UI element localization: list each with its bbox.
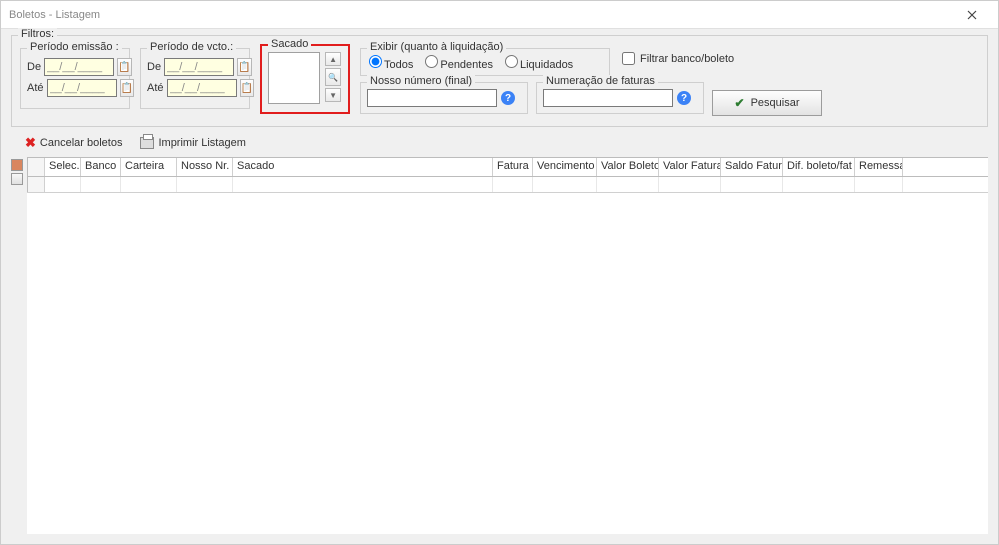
sacado-scroll-down[interactable]: ▼	[325, 88, 341, 102]
periodo-emissao-legend: Período emissão :	[27, 41, 122, 53]
column-header[interactable]: Remessa	[855, 158, 903, 176]
table-cell	[233, 177, 493, 192]
vcto-de-input[interactable]	[164, 58, 234, 76]
column-header[interactable]: Valor Boleto	[597, 158, 659, 176]
periodo-vcto-group: Período de vcto.: De 📋 Até 📋	[140, 48, 250, 109]
column-header[interactable]: Banco	[81, 158, 121, 176]
exibir-legend: Exibir (quanto à liquidação)	[367, 41, 506, 53]
close-icon	[967, 10, 977, 20]
column-header[interactable]: Carteira	[121, 158, 177, 176]
calendar-icon: 📋	[241, 83, 253, 94]
filters-legend: Filtros:	[18, 28, 57, 40]
filters-panel: Filtros: Período emissão : De 📋 Até 📋 Pe…	[11, 35, 988, 127]
emissao-de-input[interactable]	[44, 58, 114, 76]
emissao-ate-input[interactable]	[47, 79, 117, 97]
table-cell	[533, 177, 597, 192]
table-cell	[81, 177, 121, 192]
deselect-all-handle[interactable]	[11, 173, 23, 185]
cancelar-boletos-link[interactable]: ✖ Cancelar boletos	[25, 135, 122, 151]
sacado-legend: Sacado	[268, 38, 311, 50]
calendar-icon: 📋	[121, 83, 133, 94]
x-icon: ✖	[25, 135, 36, 151]
check-icon: ✔	[735, 96, 745, 110]
column-header[interactable]: Selec.	[45, 158, 81, 176]
sacado-group: Sacado ▲ 🔍 ▼	[260, 44, 350, 114]
column-header[interactable]: Dif. boleto/fat	[783, 158, 855, 176]
chevron-up-icon: ▲	[329, 55, 337, 64]
column-header[interactable]: Nosso Nr.	[177, 158, 233, 176]
nosso-numero-legend: Nosso número (final)	[367, 75, 475, 87]
sacado-scroll-up[interactable]: ▲	[325, 52, 341, 66]
column-header[interactable]: Sacado	[233, 158, 493, 176]
titlebar: Boletos - Listagem	[1, 1, 998, 29]
radio-pendentes[interactable]: Pendentes	[425, 55, 493, 71]
nosso-numero-input[interactable]	[367, 89, 497, 107]
table-cell	[721, 177, 783, 192]
table-cell	[597, 177, 659, 192]
calendar-icon: 📋	[118, 62, 130, 73]
printer-icon	[140, 137, 154, 149]
search-person-icon: 🔍	[328, 73, 338, 82]
periodo-vcto-legend: Período de vcto.:	[147, 41, 236, 53]
table-cell	[783, 177, 855, 192]
table-cell	[855, 177, 903, 192]
numeracao-faturas-group: Numeração de faturas ?	[536, 82, 704, 114]
table-cell	[45, 177, 81, 192]
numeracao-faturas-legend: Numeração de faturas	[543, 75, 658, 87]
table-row	[27, 177, 988, 193]
ate-label: Até	[27, 82, 44, 94]
filtrar-banco-checkbox[interactable]: Filtrar banco/boleto	[622, 52, 734, 65]
column-header[interactable]: Saldo Fatura	[721, 158, 783, 176]
close-button[interactable]	[954, 3, 990, 27]
de-label: De	[147, 61, 161, 73]
help-icon[interactable]: ?	[501, 91, 515, 105]
column-header[interactable]: Fatura	[493, 158, 533, 176]
imprimir-listagem-link[interactable]: Imprimir Listagem	[140, 137, 245, 149]
column-header[interactable]: Vencimento	[533, 158, 597, 176]
row-header-corner	[27, 158, 45, 176]
sacado-lookup-button[interactable]: 🔍	[325, 68, 341, 86]
table-cell	[493, 177, 533, 192]
periodo-emissao-group: Período emissão : De 📋 Até 📋	[20, 48, 130, 109]
help-icon[interactable]: ?	[677, 91, 691, 105]
select-all-handle[interactable]	[11, 159, 23, 171]
calendar-icon: 📋	[238, 62, 250, 73]
vcto-de-picker[interactable]: 📋	[237, 58, 251, 76]
numeracao-faturas-input[interactable]	[543, 89, 673, 107]
chevron-down-icon: ▼	[329, 91, 337, 100]
toolbar: ✖ Cancelar boletos Imprimir Listagem	[1, 127, 998, 155]
vcto-ate-input[interactable]	[167, 79, 237, 97]
vcto-ate-picker[interactable]: 📋	[240, 79, 254, 97]
grid-header: Selec.BancoCarteiraNosso Nr.SacadoFatura…	[27, 157, 988, 177]
table-cell	[177, 177, 233, 192]
ate-label: Até	[147, 82, 164, 94]
data-grid[interactable]: Selec.BancoCarteiraNosso Nr.SacadoFatura…	[27, 157, 988, 534]
sacado-listbox[interactable]	[268, 52, 320, 104]
window: Boletos - Listagem Sair [ESC] Filtros: P…	[0, 0, 999, 545]
window-title: Boletos - Listagem	[9, 9, 954, 21]
row-selector-column	[11, 157, 27, 534]
table-cell	[659, 177, 721, 192]
radio-liquidados[interactable]: Liquidados	[505, 55, 573, 71]
column-header[interactable]: Valor Fatura	[659, 158, 721, 176]
row-header-cell	[27, 177, 45, 192]
exibir-group: Exibir (quanto à liquidação) Todos Pende…	[360, 48, 610, 76]
nosso-numero-group: Nosso número (final) ?	[360, 82, 528, 114]
emissao-de-picker[interactable]: 📋	[117, 58, 131, 76]
emissao-ate-picker[interactable]: 📋	[120, 79, 134, 97]
de-label: De	[27, 61, 41, 73]
grid-area: Selec.BancoCarteiraNosso Nr.SacadoFatura…	[11, 157, 988, 534]
pesquisar-button[interactable]: ✔ Pesquisar	[712, 90, 822, 116]
radio-todos[interactable]: Todos	[369, 55, 413, 71]
table-cell	[121, 177, 177, 192]
